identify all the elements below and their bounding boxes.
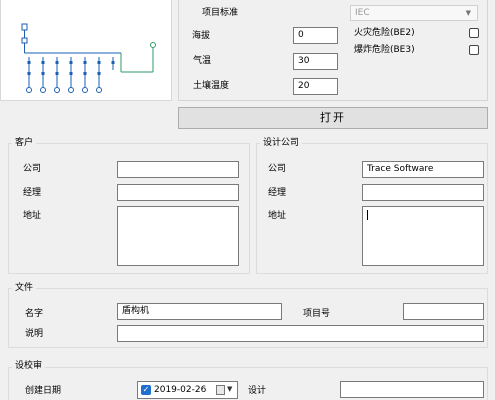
client-manager-label: 经理	[23, 188, 42, 198]
temperature-label: 气温	[193, 56, 212, 66]
design-input[interactable]	[340, 381, 484, 398]
explosion-hazard-label: 爆炸危险(BE3)	[354, 45, 415, 55]
client-manager-input[interactable]	[117, 184, 239, 201]
design-manager-input[interactable]	[362, 184, 484, 201]
explosion-hazard-checkbox[interactable]	[469, 45, 479, 55]
project-standard-value: IEC	[355, 8, 370, 18]
file-name-input[interactable]: 盾构机	[117, 303, 282, 320]
altitude-input[interactable]: 0	[293, 27, 338, 44]
file-description-input[interactable]	[117, 325, 484, 342]
text-cursor	[367, 210, 368, 220]
design-address-label: 地址	[268, 211, 287, 221]
fire-hazard-checkbox[interactable]	[469, 28, 479, 38]
design-company-label: 公司	[268, 164, 287, 174]
single-line-diagram	[21, 23, 156, 93]
file-name-label: 名字	[25, 309, 44, 319]
design-manager-label: 经理	[268, 188, 287, 198]
created-date-value: 2019-02-26	[154, 385, 207, 395]
fire-hazard-label: 火灾危险(BE2)	[354, 28, 415, 38]
project-standard-label: 项目标准	[202, 8, 239, 18]
temperature-input[interactable]: 30	[293, 53, 338, 70]
client-group-title: 客户	[12, 137, 37, 149]
design-company-input[interactable]: Trace Software	[362, 161, 484, 178]
file-description-label: 说明	[25, 329, 44, 339]
design-address-textarea[interactable]	[362, 206, 484, 266]
client-company-input[interactable]	[117, 161, 239, 178]
project-no-label: 项目号	[303, 309, 331, 319]
diagram-preview	[0, 0, 172, 101]
open-button[interactable]: 打开	[178, 107, 488, 129]
design-label: 设计	[248, 386, 267, 396]
client-address-textarea[interactable]	[117, 206, 239, 266]
design-company-group-title: 设计公司	[260, 137, 303, 149]
chevron-down-icon: ▼	[465, 9, 471, 17]
soil-temp-input[interactable]: 20	[293, 78, 338, 95]
client-address-label: 地址	[23, 211, 42, 221]
review-group-title: 设校审	[12, 360, 46, 372]
project-no-input[interactable]	[403, 303, 484, 320]
client-company-label: 公司	[23, 164, 42, 174]
project-standard-select[interactable]: IEC ▼	[350, 5, 478, 21]
calendar-icon[interactable]	[216, 385, 225, 395]
created-date-checkbox[interactable]: ✓	[141, 385, 151, 395]
created-date-picker[interactable]: ✓ 2019-02-26 ▼	[137, 381, 238, 399]
soil-temp-label: 土壤温度	[193, 81, 230, 91]
created-date-label: 创建日期	[25, 386, 62, 396]
chevron-down-icon[interactable]: ▼	[227, 385, 232, 393]
altitude-label: 海拔	[192, 31, 211, 41]
file-group-title: 文件	[12, 282, 37, 294]
